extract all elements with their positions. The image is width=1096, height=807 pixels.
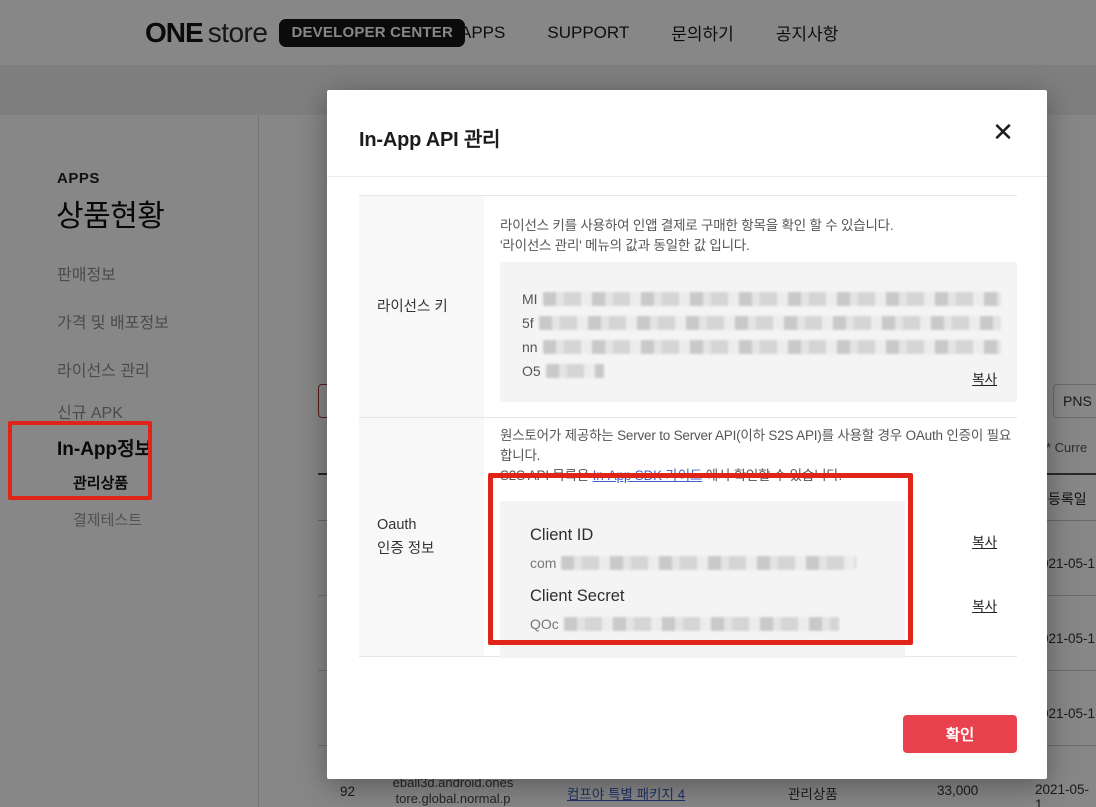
key-prefix: 5f xyxy=(522,315,534,331)
oauth-label-line2: 인증 정보 xyxy=(377,537,484,561)
copy-client-id-link[interactable]: 복사 xyxy=(972,531,997,551)
license-key-line2: 5f xyxy=(522,311,997,335)
redacted-key-bar xyxy=(539,316,1001,330)
inapp-api-modal: In-App API 관리 ✕ 라이선스 키 라이선스 키를 사용하여 인앱 결… xyxy=(327,90,1047,779)
screen: ONE store DEVELOPER CENTER APPS SUPPORT … xyxy=(0,0,1096,807)
license-key-line4: O5 xyxy=(522,359,997,383)
license-key-label: 라이선스 키 xyxy=(359,196,484,417)
redacted-key-bar xyxy=(543,292,1001,306)
license-key-box: MI 5f nn O5 복사 xyxy=(500,262,1017,402)
license-key-label-text: 라이선스 키 xyxy=(377,295,484,319)
copy-client-secret-link[interactable]: 복사 xyxy=(972,595,997,615)
license-key-content: 라이선스 키를 사용하여 인앱 결제로 구매한 항목을 확인 할 수 있습니다.… xyxy=(484,196,1017,417)
oauth-label: Oauth 인증 정보 xyxy=(359,418,484,656)
redacted-key-bar xyxy=(543,340,1001,354)
annotation-box-oauth-credentials xyxy=(488,473,913,645)
redacted-key-bar xyxy=(546,364,604,378)
key-prefix: O5 xyxy=(522,363,541,379)
annotation-box-sidebar-inapp xyxy=(8,421,152,500)
oauth-label-line1: Oauth xyxy=(377,513,484,537)
modal-header: In-App API 관리 ✕ xyxy=(327,90,1047,177)
modal-footer: 확인 xyxy=(903,715,1017,753)
key-prefix: nn xyxy=(522,339,538,355)
license-key-line3: nn xyxy=(522,335,997,359)
key-prefix: MI xyxy=(522,291,538,307)
modal-title: In-App API 관리 xyxy=(359,123,500,152)
license-desc-line1: 라이선스 키를 사용하여 인앱 결제로 구매한 항목을 확인 할 수 있습니다. xyxy=(500,216,1017,236)
oauth-desc-line1: 원스토어가 제공하는 Server to Server API(이하 S2S A… xyxy=(500,426,1017,466)
close-icon[interactable]: ✕ xyxy=(987,116,1019,148)
license-desc-line2: '라이선스 관리' 메뉴의 값과 동일한 값 입니다. xyxy=(500,236,1017,256)
copy-license-key-link[interactable]: 복사 xyxy=(972,368,997,388)
confirm-button[interactable]: 확인 xyxy=(903,715,1017,753)
license-key-line1: MI xyxy=(522,287,997,311)
license-key-row: 라이선스 키 라이선스 키를 사용하여 인앱 결제로 구매한 항목을 확인 할 … xyxy=(359,196,1017,418)
